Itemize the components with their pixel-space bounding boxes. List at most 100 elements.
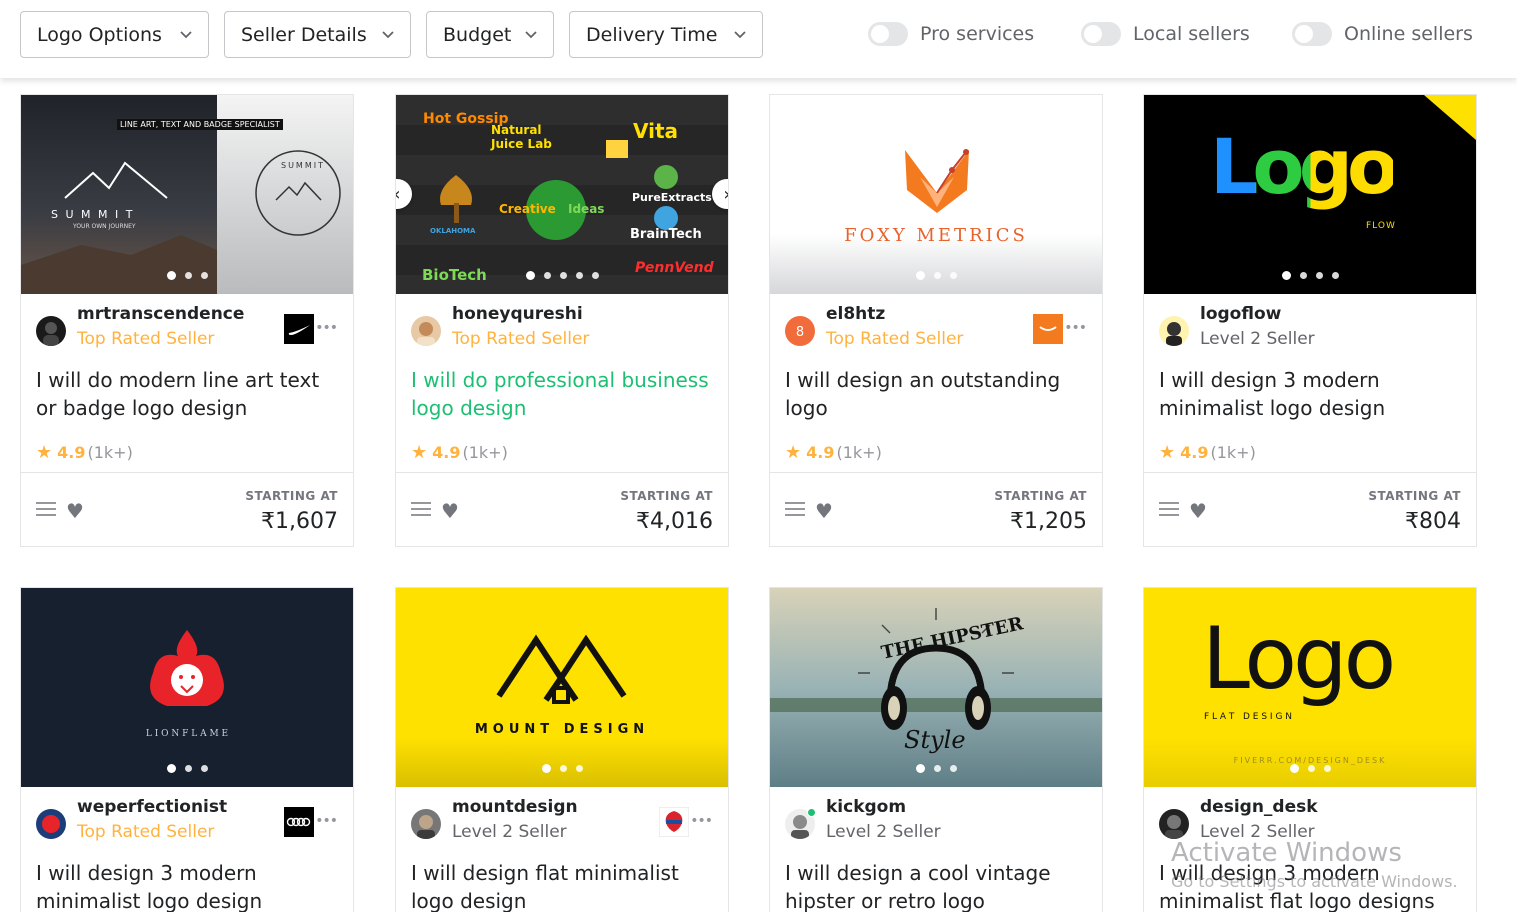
thumb-word: Ideas bbox=[568, 202, 605, 216]
gig-title[interactable]: I will design 3 modern minimalist logo d… bbox=[21, 849, 353, 912]
collections-icon[interactable] bbox=[411, 501, 431, 517]
toggle-switch[interactable] bbox=[1081, 22, 1121, 46]
seller-info: logoflow Level 2 Seller bbox=[1144, 294, 1476, 356]
gig-card[interactable]: FOXY METRICS 8 el8htz Top Rated Seller •… bbox=[769, 94, 1103, 547]
thumb-brand: L I O N F L A M E bbox=[145, 729, 229, 739]
gig-thumbnail[interactable]: THE HIPSTER Style bbox=[770, 588, 1102, 787]
gig-footer: ♥ STARTING AT ₹804 bbox=[1144, 472, 1476, 546]
gig-card[interactable]: LINE ART, TEXT AND BADGE SPECIALIST S U … bbox=[20, 94, 354, 547]
gig-card[interactable]: L I O N F L A M E weperfectionist Top Ra… bbox=[20, 587, 354, 912]
thumb-word: OKLAHOMA bbox=[430, 227, 476, 235]
rating-count: (1k+) bbox=[87, 442, 133, 462]
carousel-dots bbox=[396, 271, 728, 280]
seller-name[interactable]: design_desk bbox=[1200, 797, 1318, 817]
seller-name[interactable]: mrtranscendence bbox=[77, 304, 244, 324]
seller-name[interactable]: mountdesign bbox=[452, 797, 578, 817]
chevron-down-icon bbox=[525, 31, 537, 39]
more-options-icon[interactable]: ••• bbox=[315, 813, 338, 829]
mount-design-image bbox=[396, 588, 728, 787]
pro-services-toggle[interactable]: Pro services bbox=[868, 22, 1034, 46]
gig-card[interactable]: Logo FLOW logoflow Level 2 Seller I will… bbox=[1143, 94, 1477, 547]
seller-name[interactable]: kickgom bbox=[826, 797, 906, 817]
more-options-icon[interactable]: ••• bbox=[690, 813, 713, 829]
seller-name[interactable]: weperfectionist bbox=[77, 797, 227, 817]
rating-score: 4.9 bbox=[432, 442, 461, 462]
thumb-badge-text: SUMMIT bbox=[281, 161, 325, 170]
seller-name[interactable]: logoflow bbox=[1200, 304, 1281, 324]
filter-bar: Logo Options Seller Details Budget Deliv… bbox=[0, 0, 1517, 78]
gig-thumbnail[interactable]: Logo FLOW bbox=[1144, 95, 1476, 294]
avatar[interactable] bbox=[36, 316, 66, 346]
swoosh-client-logo-icon bbox=[284, 314, 314, 344]
seller-details-dropdown[interactable]: Seller Details bbox=[224, 11, 411, 58]
collections-icon[interactable] bbox=[36, 501, 56, 517]
hipster-headphones-image bbox=[770, 588, 1102, 787]
gig-thumbnail[interactable]: L I O N F L A M E bbox=[21, 588, 353, 787]
toggle-switch[interactable] bbox=[868, 22, 908, 46]
avatar[interactable] bbox=[1159, 809, 1189, 839]
seller-name[interactable]: honeyqureshi bbox=[452, 304, 583, 324]
gig-footer: ♥ STARTING AT ₹1,607 bbox=[21, 472, 353, 546]
seller-level: Top Rated Seller bbox=[77, 822, 215, 842]
avatar-image bbox=[417, 815, 435, 839]
gig-thumbnail[interactable]: MOUNT DESIGN bbox=[396, 588, 728, 787]
avatar[interactable]: 8 bbox=[785, 316, 815, 346]
thumb-brand-text: Logo bbox=[1210, 122, 1399, 211]
chevron-down-icon bbox=[180, 31, 192, 39]
collections-icon[interactable] bbox=[1159, 501, 1179, 517]
gig-title[interactable]: I will do professional business logo des… bbox=[396, 356, 728, 432]
rating-count: (1k+) bbox=[1210, 442, 1256, 462]
avatar[interactable] bbox=[411, 316, 441, 346]
thumb-script: Style bbox=[904, 726, 966, 754]
gig-thumbnail[interactable]: Hot Gossip Natural Juice Lab Vita Creati… bbox=[396, 95, 728, 294]
thumb-tagline: LINE ART, TEXT AND BADGE SPECIALIST bbox=[117, 119, 283, 130]
gig-title[interactable]: I will design 3 modern minimalist logo d… bbox=[1144, 356, 1476, 432]
gig-card[interactable]: Hot Gossip Natural Juice Lab Vita Creati… bbox=[395, 94, 729, 547]
activate-windows-hint: Go to Settings to activate Windows. bbox=[1171, 872, 1458, 891]
delivery-time-dropdown[interactable]: Delivery Time bbox=[569, 11, 763, 58]
carousel-dots bbox=[1144, 764, 1476, 773]
thumb-word: Natural Juice Lab bbox=[491, 123, 552, 151]
more-options-icon[interactable]: ••• bbox=[1064, 320, 1087, 336]
seller-name[interactable]: el8htz bbox=[826, 304, 885, 324]
rating-count: (1k+) bbox=[462, 442, 508, 462]
gig-title[interactable]: I will do modern line art text or badge … bbox=[21, 356, 353, 432]
thumb-subtitle: FLOW bbox=[1366, 221, 1396, 231]
collections-icon[interactable] bbox=[785, 501, 805, 517]
avatar-image bbox=[42, 815, 60, 833]
avatar[interactable] bbox=[1159, 316, 1189, 346]
heart-icon[interactable]: ♥ bbox=[441, 499, 459, 523]
thumb-word: Vita bbox=[633, 119, 679, 143]
lionflame-image bbox=[21, 588, 353, 787]
thumb-brand: FOXY METRICS bbox=[844, 225, 1028, 246]
rating-score: 4.9 bbox=[57, 442, 86, 462]
gig-thumbnail[interactable]: LINE ART, TEXT AND BADGE SPECIALIST S U … bbox=[21, 95, 353, 294]
local-sellers-toggle[interactable]: Local sellers bbox=[1081, 22, 1250, 46]
gig-price: ₹1,205 bbox=[1010, 509, 1087, 534]
more-options-icon[interactable]: ••• bbox=[315, 320, 338, 336]
logo-options-dropdown[interactable]: Logo Options bbox=[20, 11, 209, 58]
chevron-down-icon bbox=[382, 31, 394, 39]
gig-thumbnail[interactable]: Logo F L A T D E S I G N FIVERR.COM/DESI… bbox=[1144, 588, 1476, 787]
gig-card[interactable]: MOUNT DESIGN mountdesign Level 2 Seller … bbox=[395, 587, 729, 912]
thumb-word: Creative bbox=[499, 202, 556, 216]
chevron-right-icon: › bbox=[723, 184, 728, 205]
gig-title[interactable]: I will design flat minimalist logo desig… bbox=[396, 849, 728, 912]
carousel-dots bbox=[396, 764, 728, 773]
carousel-dots bbox=[770, 764, 1102, 773]
seller-info: 8 el8htz Top Rated Seller ••• bbox=[770, 294, 1102, 356]
avatar[interactable] bbox=[36, 809, 66, 839]
gig-card[interactable]: THE HIPSTER Style kickgom Level 2 Seller… bbox=[769, 587, 1103, 912]
avatar[interactable] bbox=[411, 809, 441, 839]
budget-dropdown[interactable]: Budget bbox=[426, 11, 554, 58]
gig-title[interactable]: I will design a cool vintage hipster or … bbox=[770, 849, 1102, 912]
heart-icon[interactable]: ♥ bbox=[66, 499, 84, 523]
toggle-switch[interactable] bbox=[1292, 22, 1332, 46]
avatar-image: 8 bbox=[796, 325, 804, 340]
heart-icon[interactable]: ♥ bbox=[1189, 499, 1207, 523]
gig-thumbnail[interactable]: FOXY METRICS bbox=[770, 95, 1102, 294]
gig-title[interactable]: I will design an outstanding logo bbox=[770, 356, 1102, 432]
online-sellers-toggle[interactable]: Online sellers bbox=[1292, 22, 1473, 46]
seller-level: Top Rated Seller bbox=[452, 329, 590, 349]
heart-icon[interactable]: ♥ bbox=[815, 499, 833, 523]
